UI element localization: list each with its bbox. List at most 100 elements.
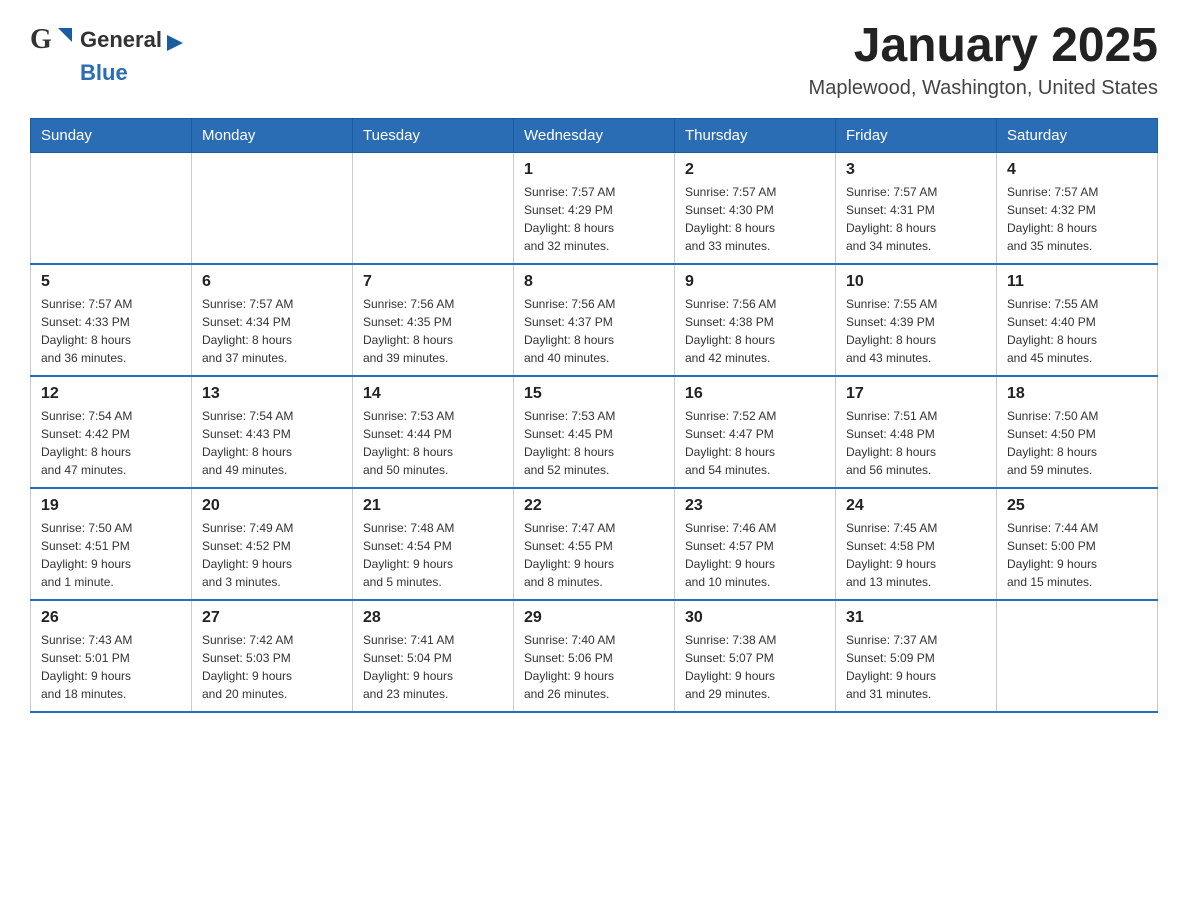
day-info: Sunrise: 7:37 AMSunset: 5:09 PMDaylight:…	[846, 631, 986, 703]
calendar-cell: 9 Sunrise: 7:56 AMSunset: 4:38 PMDaylight…	[675, 264, 836, 376]
calendar-cell	[997, 600, 1158, 712]
day-info: Sunrise: 7:55 AMSunset: 4:40 PMDaylight:…	[1007, 295, 1147, 367]
calendar-cell: 20 Sunrise: 7:49 AMSunset: 4:52 PMDayligh…	[192, 488, 353, 600]
col-wednesday: Wednesday	[514, 118, 675, 152]
day-info: Sunrise: 7:57 AMSunset: 4:31 PMDaylight:…	[846, 183, 986, 255]
day-number: 20	[202, 497, 342, 515]
calendar-cell: 24Sunrise: 7:45 AMSunset: 4:58 PMDayligh…	[836, 488, 997, 600]
day-info: Sunrise: 7:50 AMSunset: 4:50 PMDaylight:…	[1007, 407, 1147, 479]
day-info: Sunrise: 7:54 AMSunset: 4:42 PMDaylight:…	[41, 407, 181, 479]
logo-blue-text: Blue	[80, 60, 128, 85]
day-info: Sunrise: 7:55 AMSunset: 4:39 PMDaylight:…	[846, 295, 986, 367]
logo-general-text: General	[80, 27, 162, 52]
day-number: 27	[202, 609, 342, 627]
day-number: 22	[524, 497, 664, 515]
day-number: 31	[846, 609, 986, 627]
calendar-body: 1 Sunrise: 7:57 AMSunset: 4:29 PMDaylight…	[31, 152, 1158, 712]
day-number: 23	[685, 497, 825, 515]
calendar-week-5: 26Sunrise: 7:43 AMSunset: 5:01 PMDayligh…	[31, 600, 1158, 712]
title-section: January 2025 Maplewood, Washington, Unit…	[809, 20, 1158, 100]
day-info: Sunrise: 7:49 AMSunset: 4:52 PMDaylight:…	[202, 519, 342, 591]
day-number: 8	[524, 273, 664, 291]
day-number: 25	[1007, 497, 1147, 515]
day-info: Sunrise: 7:57 AMSunset: 4:30 PMDaylight:…	[685, 183, 825, 255]
day-number: 13	[202, 385, 342, 403]
day-number: 4	[1007, 161, 1147, 179]
calendar-cell: 14Sunrise: 7:53 AMSunset: 4:44 PMDayligh…	[353, 376, 514, 488]
day-info: Sunrise: 7:54 AMSunset: 4:43 PMDaylight:…	[202, 407, 342, 479]
calendar-cell: 8 Sunrise: 7:56 AMSunset: 4:37 PMDaylight…	[514, 264, 675, 376]
day-number: 26	[41, 609, 181, 627]
calendar-cell: 26Sunrise: 7:43 AMSunset: 5:01 PMDayligh…	[31, 600, 192, 712]
day-number: 3	[846, 161, 986, 179]
calendar-cell: 1 Sunrise: 7:57 AMSunset: 4:29 PMDaylight…	[514, 152, 675, 264]
day-number: 29	[524, 609, 664, 627]
day-number: 18	[1007, 385, 1147, 403]
day-number: 19	[41, 497, 181, 515]
day-number: 1	[524, 161, 664, 179]
calendar-week-2: 5 Sunrise: 7:57 AMSunset: 4:33 PMDaylight…	[31, 264, 1158, 376]
calendar-cell: 27 Sunrise: 7:42 AMSunset: 5:03 PMDayligh…	[192, 600, 353, 712]
calendar-cell: 3 Sunrise: 7:57 AMSunset: 4:31 PMDaylight…	[836, 152, 997, 264]
calendar-cell: 31 Sunrise: 7:37 AMSunset: 5:09 PMDayligh…	[836, 600, 997, 712]
calendar-cell	[31, 152, 192, 264]
day-info: Sunrise: 7:40 AMSunset: 5:06 PMDaylight:…	[524, 631, 664, 703]
day-info: Sunrise: 7:38 AMSunset: 5:07 PMDaylight:…	[685, 631, 825, 703]
calendar-cell: 25 Sunrise: 7:44 AMSunset: 5:00 PMDayligh…	[997, 488, 1158, 600]
day-info: Sunrise: 7:46 AMSunset: 4:57 PMDaylight:…	[685, 519, 825, 591]
calendar-cell: 17Sunrise: 7:51 AMSunset: 4:48 PMDayligh…	[836, 376, 997, 488]
day-info: Sunrise: 7:53 AMSunset: 4:44 PMDaylight:…	[363, 407, 503, 479]
col-thursday: Thursday	[675, 118, 836, 152]
day-number: 15	[524, 385, 664, 403]
logo: G General Blue	[30, 20, 183, 86]
calendar-cell: 2Sunrise: 7:57 AMSunset: 4:30 PMDaylight…	[675, 152, 836, 264]
location-title: Maplewood, Washington, United States	[809, 77, 1158, 100]
day-info: Sunrise: 7:56 AMSunset: 4:35 PMDaylight:…	[363, 295, 503, 367]
col-friday: Friday	[836, 118, 997, 152]
logo-arrow-icon	[167, 35, 183, 51]
calendar-cell: 13 Sunrise: 7:54 AMSunset: 4:43 PMDayligh…	[192, 376, 353, 488]
calendar-cell: 22 Sunrise: 7:47 AMSunset: 4:55 PMDayligh…	[514, 488, 675, 600]
calendar-cell: 4 Sunrise: 7:57 AMSunset: 4:32 PMDaylight…	[997, 152, 1158, 264]
calendar-cell	[192, 152, 353, 264]
day-info: Sunrise: 7:48 AMSunset: 4:54 PMDaylight:…	[363, 519, 503, 591]
calendar-cell: 11 Sunrise: 7:55 AMSunset: 4:40 PMDayligh…	[997, 264, 1158, 376]
day-number: 24	[846, 497, 986, 515]
day-number: 5	[41, 273, 181, 291]
logo-icon: G	[30, 20, 80, 60]
calendar-cell: 10Sunrise: 7:55 AMSunset: 4:39 PMDayligh…	[836, 264, 997, 376]
day-info: Sunrise: 7:57 AMSunset: 4:33 PMDaylight:…	[41, 295, 181, 367]
calendar-cell: 12Sunrise: 7:54 AMSunset: 4:42 PMDayligh…	[31, 376, 192, 488]
page-header: G General Blue January 2025 Maplewood, W…	[30, 20, 1158, 100]
day-info: Sunrise: 7:57 AMSunset: 4:34 PMDaylight:…	[202, 295, 342, 367]
day-info: Sunrise: 7:56 AMSunset: 4:38 PMDaylight:…	[685, 295, 825, 367]
day-info: Sunrise: 7:57 AMSunset: 4:29 PMDaylight:…	[524, 183, 664, 255]
calendar-week-3: 12Sunrise: 7:54 AMSunset: 4:42 PMDayligh…	[31, 376, 1158, 488]
day-number: 6	[202, 273, 342, 291]
calendar-header: Sunday Monday Tuesday Wednesday Thursday…	[31, 118, 1158, 152]
day-number: 21	[363, 497, 503, 515]
svg-text:G: G	[30, 24, 52, 55]
day-info: Sunrise: 7:42 AMSunset: 5:03 PMDaylight:…	[202, 631, 342, 703]
day-info: Sunrise: 7:56 AMSunset: 4:37 PMDaylight:…	[524, 295, 664, 367]
day-number: 30	[685, 609, 825, 627]
month-title: January 2025	[809, 20, 1158, 73]
calendar-cell	[353, 152, 514, 264]
day-info: Sunrise: 7:57 AMSunset: 4:32 PMDaylight:…	[1007, 183, 1147, 255]
calendar-cell: 6 Sunrise: 7:57 AMSunset: 4:34 PMDaylight…	[192, 264, 353, 376]
calendar-cell: 28Sunrise: 7:41 AMSunset: 5:04 PMDayligh…	[353, 600, 514, 712]
day-info: Sunrise: 7:47 AMSunset: 4:55 PMDaylight:…	[524, 519, 664, 591]
day-number: 9	[685, 273, 825, 291]
day-info: Sunrise: 7:53 AMSunset: 4:45 PMDaylight:…	[524, 407, 664, 479]
col-monday: Monday	[192, 118, 353, 152]
calendar-cell: 16Sunrise: 7:52 AMSunset: 4:47 PMDayligh…	[675, 376, 836, 488]
calendar-cell: 15 Sunrise: 7:53 AMSunset: 4:45 PMDayligh…	[514, 376, 675, 488]
col-saturday: Saturday	[997, 118, 1158, 152]
day-number: 11	[1007, 273, 1147, 291]
calendar-cell: 29 Sunrise: 7:40 AMSunset: 5:06 PMDayligh…	[514, 600, 675, 712]
calendar-week-1: 1 Sunrise: 7:57 AMSunset: 4:29 PMDaylight…	[31, 152, 1158, 264]
day-info: Sunrise: 7:44 AMSunset: 5:00 PMDaylight:…	[1007, 519, 1147, 591]
col-sunday: Sunday	[31, 118, 192, 152]
day-info: Sunrise: 7:51 AMSunset: 4:48 PMDaylight:…	[846, 407, 986, 479]
calendar-cell: 7Sunrise: 7:56 AMSunset: 4:35 PMDaylight…	[353, 264, 514, 376]
